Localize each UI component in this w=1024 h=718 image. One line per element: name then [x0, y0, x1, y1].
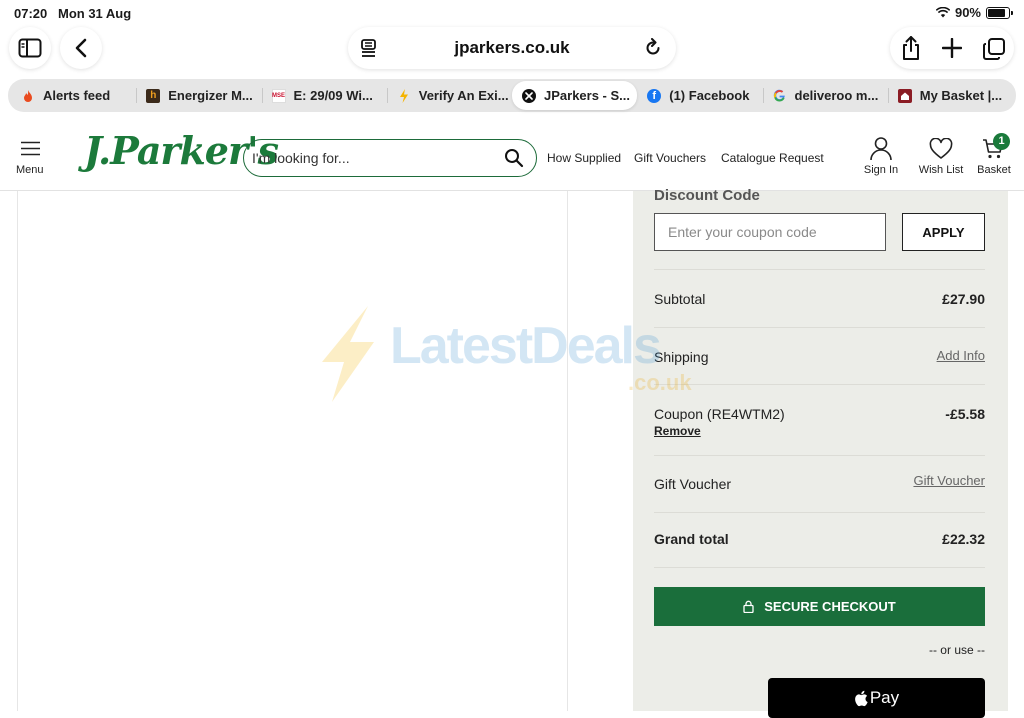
divider [654, 269, 985, 270]
apple-logo-icon [854, 690, 868, 706]
shipping-add-info-link[interactable]: Add Info [937, 348, 985, 363]
divider [654, 455, 985, 456]
share-icon[interactable] [900, 35, 922, 61]
reload-icon[interactable] [644, 38, 662, 58]
apple-pay-label: Pay [869, 688, 900, 707]
tabs-overview-icon[interactable] [982, 37, 1006, 61]
menu-label[interactable]: Menu [16, 164, 44, 176]
search-icon[interactable] [504, 148, 524, 168]
status-date: Mon 31 Aug [58, 6, 132, 21]
nav-how-supplied[interactable]: How Supplied [547, 151, 621, 165]
apply-coupon-button[interactable]: APPLY [902, 213, 985, 251]
tab-label: Alerts feed [43, 88, 111, 103]
apple-pay-button[interactable]: Pay [768, 678, 985, 718]
home-icon [897, 88, 912, 103]
address-bar[interactable]: jparkers.co.uk [348, 27, 676, 69]
remove-coupon-link[interactable]: Remove [654, 424, 701, 438]
tab-energizer[interactable]: h Energizer M... [136, 81, 261, 110]
secure-checkout-button[interactable]: SECURE CHECKOUT [654, 587, 985, 626]
battery-fill [988, 8, 1006, 17]
tab-jparkers[interactable]: JParkers - S... [512, 81, 638, 110]
h-logo-icon: h [146, 88, 161, 103]
url-text: jparkers.co.uk [454, 38, 570, 57]
site-header: Menu J.Parker's How Supplied Gift Vouche… [0, 124, 1024, 191]
bolt-icon [397, 88, 411, 103]
heart-icon[interactable] [929, 138, 953, 160]
lock-icon [743, 600, 754, 613]
tab-bar: Alerts feed h Energizer M... MSE E: 29/0… [8, 79, 1016, 112]
subtotal-value: £27.90 [942, 291, 985, 307]
google-icon [773, 89, 787, 103]
search-input[interactable] [252, 147, 492, 169]
mse-icon: MSE [271, 88, 286, 103]
tab-deliveroo[interactable]: deliveroo m... [762, 81, 888, 110]
grand-total-label: Grand total [654, 531, 729, 547]
cart-items-panel [17, 191, 568, 711]
tab-my-basket[interactable]: My Basket |... [887, 81, 1013, 110]
checkout-label: SECURE CHECKOUT [764, 599, 896, 614]
facebook-icon: f [647, 88, 662, 103]
toolbar-actions [890, 27, 1014, 69]
divider [654, 567, 985, 568]
divider [654, 327, 985, 328]
coupon-input[interactable] [654, 213, 886, 251]
tab-label: JParkers - S... [544, 88, 630, 103]
status-time: 07:20 [14, 6, 48, 21]
coupon-label: Coupon (RE4WTM2) [654, 406, 785, 422]
tab-label: Energizer M... [168, 88, 253, 103]
wifi-icon [935, 7, 950, 18]
battery-percent: 90% [954, 5, 981, 20]
shipping-label: Shipping [654, 349, 709, 365]
basket-label[interactable]: Basket [974, 164, 1014, 176]
tab-label: deliveroo m... [794, 88, 879, 103]
divider [654, 384, 985, 385]
nav-gift-vouchers[interactable]: Gift Vouchers [634, 151, 706, 165]
subtotal-label: Subtotal [654, 291, 706, 307]
tab-mse[interactable]: MSE E: 29/09 Wi... [261, 81, 387, 110]
sidebar-icon [18, 38, 42, 58]
discount-code-title: Discount Code [654, 187, 760, 204]
wish-list-label[interactable]: Wish List [917, 164, 965, 176]
nav-catalogue-request[interactable]: Catalogue Request [721, 151, 824, 165]
close-icon[interactable] [522, 88, 536, 103]
order-summary: Discount Code APPLY Subtotal £27.90 Ship… [633, 187, 1008, 718]
new-tab-icon[interactable] [942, 38, 962, 58]
battery-icon [986, 6, 1013, 19]
gift-voucher-label: Gift Voucher [654, 476, 732, 492]
user-icon[interactable] [869, 136, 893, 161]
chevron-left-icon [75, 38, 87, 58]
basket-count-badge: 1 [993, 133, 1010, 150]
back-button[interactable] [60, 27, 102, 69]
tab-label: E: 29/09 Wi... [293, 88, 373, 103]
gift-voucher-link[interactable]: Gift Voucher [913, 473, 985, 488]
status-bar: 07:20 Mon 31 Aug 90% [0, 0, 1024, 28]
sidebar-toggle-button[interactable] [9, 27, 51, 69]
search-box[interactable] [243, 139, 537, 177]
coupon-value: -£5.58 [945, 406, 985, 422]
tab-alerts-feed[interactable]: Alerts feed [11, 81, 136, 110]
tab-label: My Basket |... [919, 88, 1003, 103]
or-use-text: -- or use -- [928, 643, 985, 657]
grand-total-value: £22.32 [942, 531, 985, 547]
status-right: 90% [935, 5, 1013, 20]
tab-label: Verify An Exi... [418, 88, 509, 103]
hamburger-icon[interactable] [21, 141, 40, 156]
tab-label: (1) Facebook [669, 88, 750, 103]
tab-facebook[interactable]: f (1) Facebook [637, 81, 762, 110]
divider [654, 512, 985, 513]
sign-in-label[interactable]: Sign In [862, 164, 900, 176]
flame-icon [21, 89, 35, 103]
tab-verify[interactable]: Verify An Exi... [386, 81, 512, 110]
